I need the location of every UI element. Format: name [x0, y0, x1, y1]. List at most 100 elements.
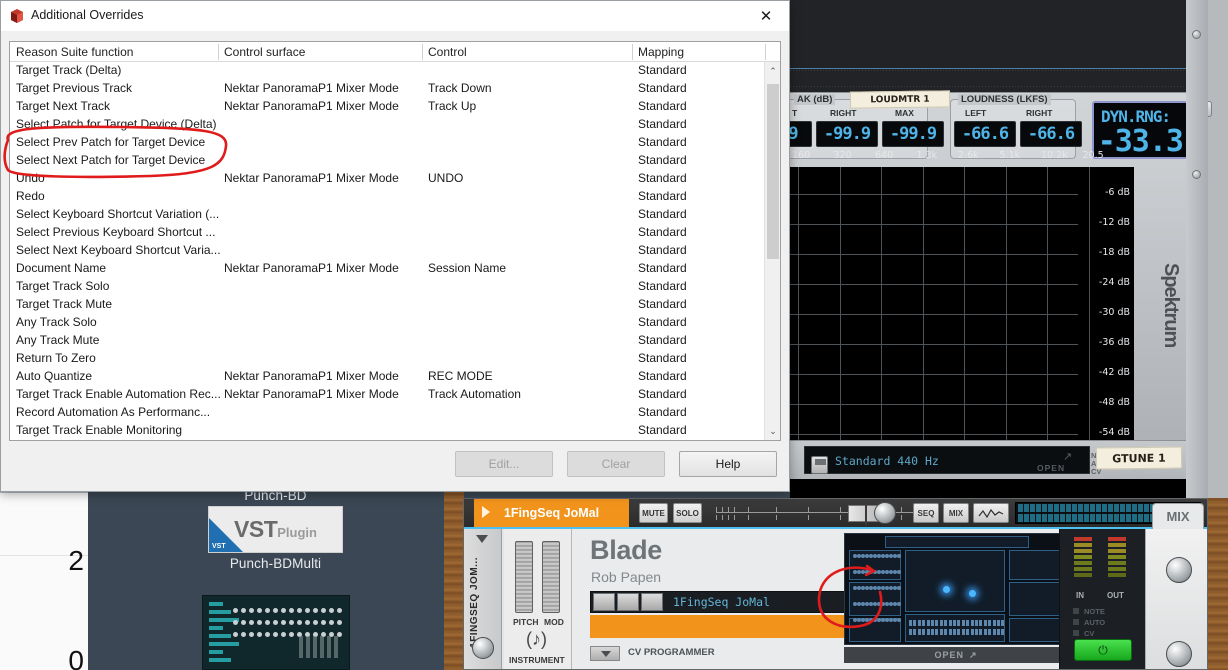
spektrum-device[interactable]: AK (dB) T RIGHT MAX 9 -99.9 -99.9 LOUDMT…	[774, 0, 1228, 498]
mod-wheel[interactable]	[542, 541, 560, 613]
table-row[interactable]: Target Track Mute Standard	[10, 296, 764, 314]
pitch-mod-section: PITCH MOD (♪) INSTRUMENT	[504, 529, 572, 669]
device-thumbnail[interactable]	[201, 595, 350, 670]
table-row[interactable]: Select Patch for Target Device (Delta) St…	[10, 116, 764, 134]
waveform-icon-button[interactable]	[973, 503, 1009, 523]
ruler-mark: 0	[68, 645, 84, 670]
seq-button[interactable]: SEQ	[913, 503, 939, 523]
dyn-range-value: -33.3	[1097, 124, 1184, 159]
table-row[interactable]: Select Keyboard Shortcut Variation (... S…	[10, 206, 764, 224]
spectrum-analyzer[interactable]: 160 320 640 1.3k 2.6k 5.1k 10.2k 20.5 -6 dB -12 d…	[790, 150, 1134, 440]
device-side-tab[interactable]: 1FINGSEQ JOM...	[464, 529, 502, 669]
list-scrollbar[interactable]: ⌃ ⌄	[764, 62, 780, 440]
close-icon[interactable]: ✕	[743, 1, 789, 31]
power-button[interactable]: ⏻	[1074, 639, 1132, 661]
table-row[interactable]: Target Previous Track Nektar PanoramaP1 M…	[10, 80, 764, 98]
plugin-gui-preview[interactable]: OPEN ↗	[844, 529, 1068, 669]
peak-col-2: MAX	[895, 108, 914, 118]
mute-button[interactable]: MUTE	[639, 503, 668, 523]
table-row[interactable]: Any Track Solo Standard	[10, 314, 764, 332]
mix-column[interactable]: MIX	[1145, 503, 1207, 669]
overrides-list[interactable]: Reason Suite function Control surface Co…	[9, 41, 781, 441]
help-button[interactable]: Help	[679, 451, 777, 477]
patch-save-button[interactable]	[641, 593, 663, 611]
browser-item-1-label: Punch-BDMulti	[229, 556, 322, 571]
list-rows[interactable]: Target Track (Delta) Standard Target Previ…	[10, 62, 764, 440]
mix-knob-bottom[interactable]	[1166, 641, 1192, 667]
table-row[interactable]: Document Name Nektar PanoramaP1 Mixer Mod…	[10, 260, 764, 278]
device-browser[interactable]: Punch-BD VSTPlugin VST Punch-BDMulti Pun…	[88, 488, 463, 670]
cell-function: Target Previous Track	[16, 81, 133, 95]
mix-button[interactable]: MIX	[943, 503, 969, 523]
analyzer-vgrid	[839, 167, 841, 440]
cell-function: Target Track Mute	[16, 297, 113, 311]
list-header: Reason Suite function Control surface Co…	[10, 42, 780, 62]
loudness-right-lcd: -66.6	[1020, 121, 1082, 147]
scroll-thumb[interactable]	[767, 84, 779, 259]
table-row[interactable]: Undo Nektar PanoramaP1 Mixer Mode UNDO Stan…	[10, 170, 764, 188]
scroll-down-icon[interactable]: ⌄	[765, 422, 780, 440]
solo-button[interactable]: SOLO	[673, 503, 702, 523]
dialog-title: Additional Overrides	[31, 8, 144, 22]
instrument-label: INSTRUMENT	[509, 655, 565, 665]
patch-browse-button[interactable]	[593, 593, 615, 611]
analyzer-db-label: -48 dB	[1098, 397, 1130, 408]
cell-mapping: Standard	[638, 333, 687, 347]
collapse-triangle-icon[interactable]	[476, 535, 488, 543]
browser-item-device[interactable]: PunchBD-RE Instrument	[88, 595, 463, 670]
table-row[interactable]: Select Next Keyboard Shortcut Varia... St…	[10, 242, 764, 260]
cv-programmer-toggle[interactable]	[590, 646, 620, 661]
reason-app-icon	[11, 9, 23, 23]
gtune-device[interactable]: Standard 440 Hz OPEN ↗ NOTE AUTO CV IN O…	[790, 440, 1186, 498]
patch-folder-button[interactable]	[617, 593, 639, 611]
blade-gui-thumbnail[interactable]	[844, 533, 1068, 645]
clear-button[interactable]: Clear	[567, 451, 665, 477]
track-name-button[interactable]: 1FingSeq JoMal	[474, 499, 629, 527]
level-knob[interactable]	[874, 502, 896, 524]
mix-knob-top[interactable]	[1166, 557, 1192, 583]
col-header-mapping: Mapping	[638, 45, 685, 59]
rack-device-blade[interactable]: 1FingSeq JoMal MUTE SOLO SEQ MIX 1FINGSE…	[463, 498, 1208, 670]
table-row[interactable]: Select Previous Keyboard Shortcut ... Sta…	[10, 224, 764, 242]
table-row[interactable]: Target Track Solo Standard	[10, 278, 764, 296]
analyzer-vgrid	[798, 167, 799, 440]
analyzer-vgrid	[1088, 167, 1090, 440]
open-plugin-button[interactable]: OPEN ↗	[844, 647, 1068, 663]
cell-mapping: Standard	[638, 279, 687, 293]
cell-mapping: Standard	[638, 117, 687, 131]
cell-surface: Nektar PanoramaP1 Mixer Mode	[224, 81, 399, 95]
table-row[interactable]: Target Track (Delta) Standard	[10, 62, 764, 80]
table-row[interactable]: Any Track Mute Standard	[10, 332, 764, 350]
sequencer-lane[interactable]: 2 0	[0, 490, 88, 670]
additional-overrides-dialog[interactable]: Additional Overrides ✕ Reason Suite func…	[0, 0, 790, 492]
screw-icon	[1192, 30, 1201, 39]
table-row[interactable]: Auto Quantize Nektar PanoramaP1 Mixer Mod…	[10, 368, 764, 386]
table-row[interactable]: Target Track Enable Monitoring Standard	[10, 422, 764, 440]
table-row[interactable]: Target Track Enable Automation Rec... Nek…	[10, 386, 764, 404]
analyzer-db-label: -6 dB	[1104, 187, 1130, 198]
vst-plugin-card[interactable]: VSTPlugin VST	[208, 506, 343, 553]
tuner-display[interactable]: Standard 440 Hz OPEN ↗ NOTE AUTO CV IN O…	[804, 446, 1161, 476]
table-row[interactable]: Return To Zero Standard	[10, 350, 764, 368]
in-label: IN	[1076, 591, 1084, 600]
pitch-wheel[interactable]	[515, 541, 533, 613]
side-knob[interactable]	[472, 637, 494, 659]
cell-surface: Nektar PanoramaP1 Mixer Mode	[224, 369, 399, 383]
tuner-open-label[interactable]: OPEN	[1037, 463, 1065, 473]
cell-control: REC MODE	[428, 369, 493, 383]
cell-control: Track Automation	[428, 387, 521, 401]
table-row[interactable]: Redo Standard	[10, 188, 764, 206]
table-row[interactable]: Select Next Patch for Target Device Stand…	[10, 152, 764, 170]
table-row[interactable]: Select Prev Patch for Target Device Stand…	[10, 134, 764, 152]
scroll-up-icon[interactable]: ⌃	[765, 62, 780, 80]
loudmtr-tape-label: LOUDMTR 1	[849, 90, 951, 109]
dialog-title-bar[interactable]: Additional Overrides ✕	[1, 1, 789, 31]
mix-tab[interactable]: MIX	[1152, 503, 1204, 529]
browser-item-vst[interactable]: VSTPlugin VST Punch-BDMulti	[88, 506, 463, 571]
edit-button[interactable]: Edit...	[455, 451, 553, 477]
table-row[interactable]: Target Next Track Nektar PanoramaP1 Mixer…	[10, 98, 764, 116]
analyzer-freq-label: 1.3k	[916, 150, 938, 161]
floppy-save-icon[interactable]	[811, 456, 828, 474]
table-row[interactable]: Record Automation As Performanc... Standa…	[10, 404, 764, 422]
tuner-value: Standard 440 Hz	[835, 454, 939, 468]
